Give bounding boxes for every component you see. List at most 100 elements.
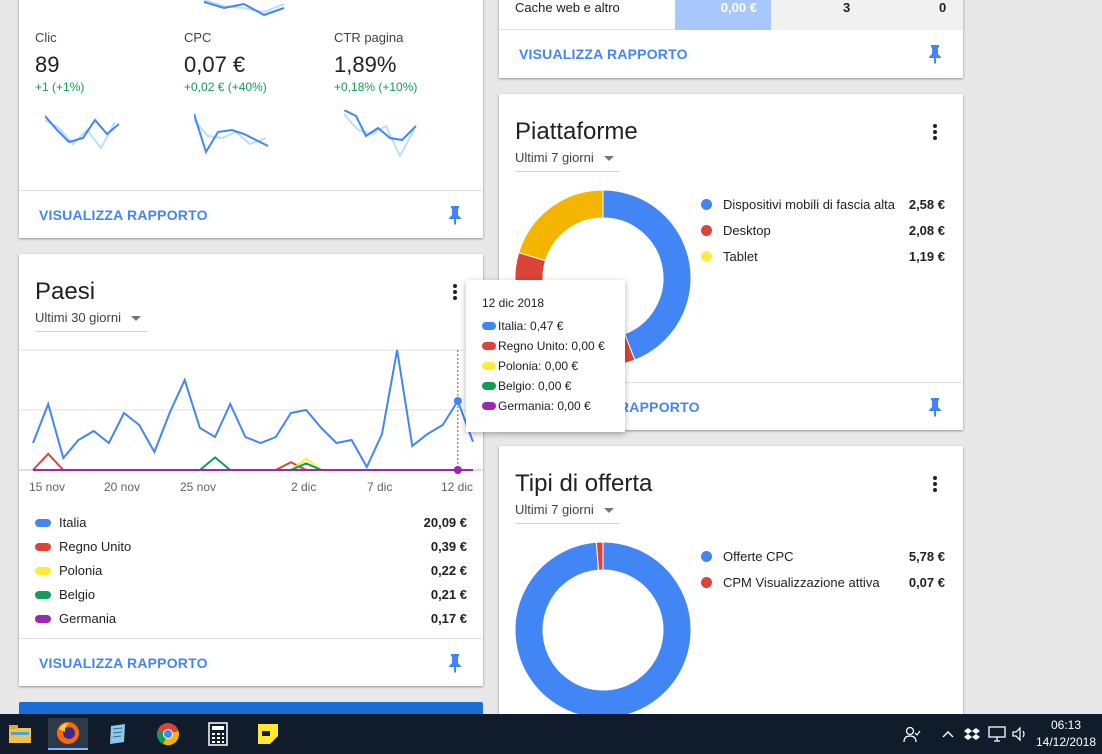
series-swatch: [35, 542, 51, 551]
x-tick: 15 nov: [29, 480, 66, 494]
legend-label: Offerte CPC: [723, 549, 794, 564]
date-range-dropdown[interactable]: Ultimi 30 giorni: [35, 310, 147, 332]
table-row: Cache web e altro 0,00 € 3 0: [499, 0, 963, 30]
date-range-label: Ultimi 7 giorni: [515, 150, 594, 165]
legend-value: 0,22 €: [430, 563, 467, 578]
series-swatch: [35, 518, 51, 527]
donut-slice-tablet[interactable]: [518, 189, 604, 262]
series-swatch: [482, 342, 496, 350]
metric-value-cpc: 0,07 €: [184, 52, 246, 77]
tooltip-text: Polonia: 0,00 €: [498, 359, 579, 373]
line-series-belgio[interactable]: [33, 456, 473, 471]
series-swatch: [701, 551, 712, 562]
metric-label-clic: Clic: [35, 30, 57, 45]
legend-label: Polonia: [59, 563, 103, 578]
legend-value: 1,19 €: [908, 249, 945, 264]
view-report-link[interactable]: VISUALIZZA RAPPORTO: [519, 46, 688, 62]
series-swatch: [482, 322, 496, 330]
legend-item[interactable]: Dispositivi mobili di fascia alta: [701, 197, 895, 212]
line-series-polonia[interactable]: [33, 457, 473, 471]
more-options-icon[interactable]: [927, 122, 943, 142]
legend-label: Tablet: [723, 249, 758, 264]
paesi-card: Paesi Ultimi 30 giorni 15 nov 20 nov 25 …: [19, 254, 483, 686]
partial-sparkline: [204, 0, 285, 17]
legend-value: 2,58 €: [908, 197, 945, 212]
metrics-card: Clic 89 +1 (+1%) CPC 0,07 € +0,02 € (+40…: [19, 0, 483, 238]
legend-item[interactable]: Germania: [35, 611, 116, 626]
cell-value: 0,00 €: [720, 0, 757, 15]
series-swatch: [701, 225, 712, 236]
legend-item[interactable]: CPM Visualizzazione attiva: [701, 575, 880, 590]
view-report-link[interactable]: VISUALIZZA RAPPORTO: [39, 207, 208, 223]
series-swatch: [482, 362, 496, 370]
highlight-cell: 0,00 €: [675, 0, 771, 30]
line-series-italia[interactable]: [32, 349, 474, 470]
pin-icon[interactable]: [447, 653, 463, 673]
notepad-icon[interactable]: [98, 718, 138, 750]
legend-label: Regno Unito: [59, 539, 132, 554]
cell-value: 0: [939, 0, 947, 15]
card-title: Piattaforme: [515, 118, 638, 145]
x-tick: 7 dic: [367, 480, 393, 494]
view-report-link[interactable]: RAPPORTO: [619, 399, 700, 415]
network-icon[interactable]: [988, 726, 1006, 742]
series-swatch: [701, 577, 712, 588]
sticky-notes-icon[interactable]: [248, 718, 288, 750]
metric-value-ctr: 1,89%: [334, 52, 397, 77]
legend-item[interactable]: Belgio: [35, 587, 95, 602]
dropbox-icon[interactable]: [964, 726, 980, 742]
chevron-up-icon[interactable]: [942, 729, 954, 739]
date-range-label: Ultimi 30 giorni: [35, 310, 121, 325]
cache-card-footer: VISUALIZZA RAPPORTO: [499, 30, 963, 78]
line-series-regno-unito[interactable]: [32, 452, 473, 471]
cache-card: Cache web e altro 0,00 € 3 0 VISUALIZZA …: [499, 0, 963, 78]
legend-item[interactable]: Regno Unito: [35, 539, 131, 554]
volume-icon[interactable]: [1012, 726, 1028, 742]
chrome-icon[interactable]: [148, 718, 188, 750]
card-title: Tipi di offerta: [515, 470, 653, 497]
sparkline-clic: [45, 115, 120, 150]
date-range-dropdown[interactable]: Ultimi 7 giorni: [515, 150, 619, 172]
tooltip-text: Belgio: 0,00 €: [498, 379, 572, 393]
offers-donut-chart: [514, 541, 692, 719]
legend-value: 0,21 €: [430, 587, 467, 602]
more-options-icon[interactable]: [447, 282, 463, 302]
metrics-card-footer: VISUALIZZA RAPPORTO: [19, 190, 483, 238]
legend-item[interactable]: Tablet: [701, 249, 758, 264]
metric-delta-ctr: +0,18% (+10%): [334, 80, 418, 94]
legend-value: 5,78 €: [908, 549, 945, 564]
file-explorer-icon[interactable]: [0, 718, 40, 750]
clock-time[interactable]: 06:13: [1036, 718, 1096, 732]
more-options-icon[interactable]: [927, 474, 943, 494]
series-swatch: [35, 590, 51, 599]
legend-item[interactable]: Offerte CPC: [701, 549, 794, 564]
pin-icon[interactable]: [927, 44, 943, 64]
countries-line-chart: [19, 349, 483, 474]
x-tick: 12 dic: [441, 480, 474, 494]
tooltip-row: Regno Unito: 0,00 €: [482, 336, 609, 356]
pin-icon[interactable]: [447, 205, 463, 225]
legend-label: Belgio: [59, 587, 96, 602]
metric-value-clic: 89: [35, 52, 60, 77]
tooltip-text: Italia: 0,47 €: [498, 319, 564, 333]
tooltip-row: Italia: 0,47 €: [482, 316, 609, 336]
legend-item[interactable]: Polonia: [35, 563, 102, 578]
row-label: Cache web e altro: [515, 0, 620, 15]
date-range-dropdown[interactable]: Ultimi 7 giorni: [515, 502, 619, 524]
people-icon[interactable]: [903, 725, 921, 743]
calculator-icon[interactable]: [198, 718, 238, 750]
chart-tooltip: 12 dic 2018 Italia: 0,47 € Regno Unito: …: [466, 280, 625, 432]
line-series-group: [32, 349, 474, 474]
pin-icon[interactable]: [927, 397, 943, 417]
tooltip-row: Germania: 0,00 €: [482, 396, 609, 416]
series-swatch: [701, 251, 712, 262]
cell-value: 3: [843, 0, 851, 15]
view-report-link[interactable]: VISUALIZZA RAPPORTO: [39, 655, 208, 671]
series-swatch: [482, 402, 496, 410]
caret-down-icon: [603, 508, 614, 514]
firefox-icon[interactable]: [48, 718, 88, 750]
legend-item[interactable]: Desktop: [701, 223, 771, 238]
legend-item[interactable]: Italia: [35, 515, 86, 530]
clock-date[interactable]: 14/12/2018: [1034, 735, 1098, 749]
legend-label: Desktop: [723, 223, 771, 238]
